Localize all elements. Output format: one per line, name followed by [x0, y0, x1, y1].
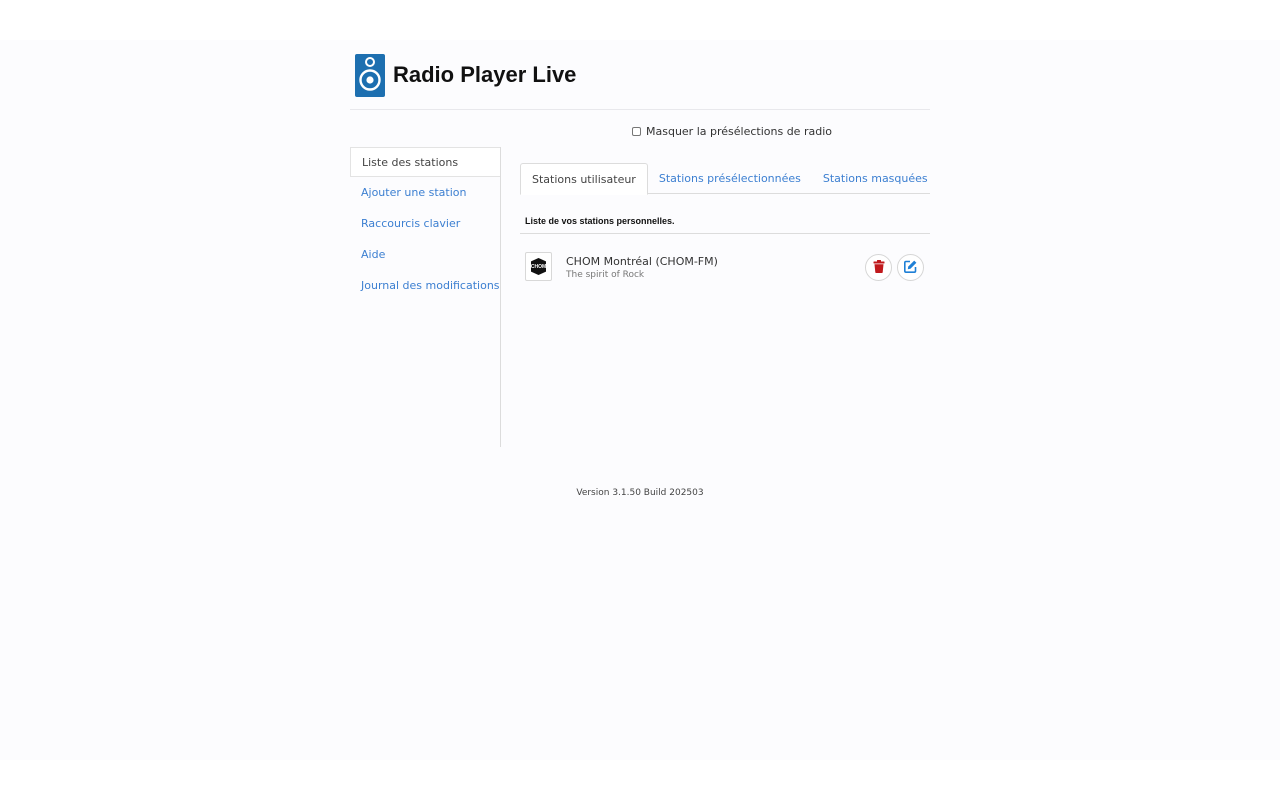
- delete-station-button[interactable]: [865, 254, 892, 281]
- hide-presets-option[interactable]: Masquer la présélections de radio: [632, 125, 832, 138]
- main-content: Stations utilisateur Stations présélecti…: [520, 163, 930, 296]
- sidebar-item-label: Raccourcis clavier: [361, 217, 461, 230]
- sidebar-item-help[interactable]: Aide: [350, 239, 500, 270]
- station-logo-text: CHOM: [531, 258, 546, 275]
- list-caption: Liste de vos stations personnelles.: [525, 216, 675, 226]
- list-divider: [520, 233, 930, 234]
- edit-icon: [904, 258, 917, 277]
- sidebar-item-label: Ajouter une station: [361, 186, 467, 199]
- edit-station-button[interactable]: [897, 254, 924, 281]
- tab-hidden-stations[interactable]: Stations masquées: [812, 163, 939, 194]
- sidebar-item-station-list[interactable]: Liste des stations: [350, 147, 500, 177]
- sidebar-item-keyboard-shortcuts[interactable]: Raccourcis clavier: [350, 208, 500, 239]
- page: Radio Player Live Masquer la présélectio…: [0, 40, 1280, 760]
- sidebar-item-changelog[interactable]: Journal des modifications: [350, 270, 500, 301]
- station-row[interactable]: CHOM CHOM Montréal (CHOM-FM) The spirit …: [520, 244, 930, 296]
- sidebar-item-label: Aide: [361, 248, 386, 261]
- station-description: The spirit of Rock: [566, 270, 645, 280]
- app-title: Radio Player Live: [393, 61, 577, 87]
- sidebar-nav: Liste des stations Ajouter une station R…: [350, 147, 501, 447]
- tab-user-stations[interactable]: Stations utilisateur: [520, 163, 648, 195]
- app-container: Radio Player Live Masquer la présélectio…: [350, 40, 930, 447]
- station-name[interactable]: CHOM Montréal (CHOM-FM): [566, 255, 718, 268]
- trash-icon: [873, 258, 885, 277]
- hide-presets-checkbox[interactable]: [632, 127, 641, 136]
- sidebar-item-add-station[interactable]: Ajouter une station: [350, 177, 500, 208]
- station-logo: CHOM: [525, 252, 552, 281]
- app-header: Radio Player Live: [350, 40, 930, 110]
- sidebar-item-label: Liste des stations: [362, 155, 459, 169]
- sidebar-item-label: Journal des modifications: [361, 279, 500, 292]
- version-footer: Version 3.1.50 Build 202503: [576, 488, 704, 498]
- speaker-logo-icon: [355, 54, 385, 97]
- tab-preset-stations[interactable]: Stations présélectionnées: [648, 163, 812, 194]
- station-tabs: Stations utilisateur Stations présélecti…: [520, 163, 930, 195]
- hide-presets-label: Masquer la présélections de radio: [646, 125, 832, 138]
